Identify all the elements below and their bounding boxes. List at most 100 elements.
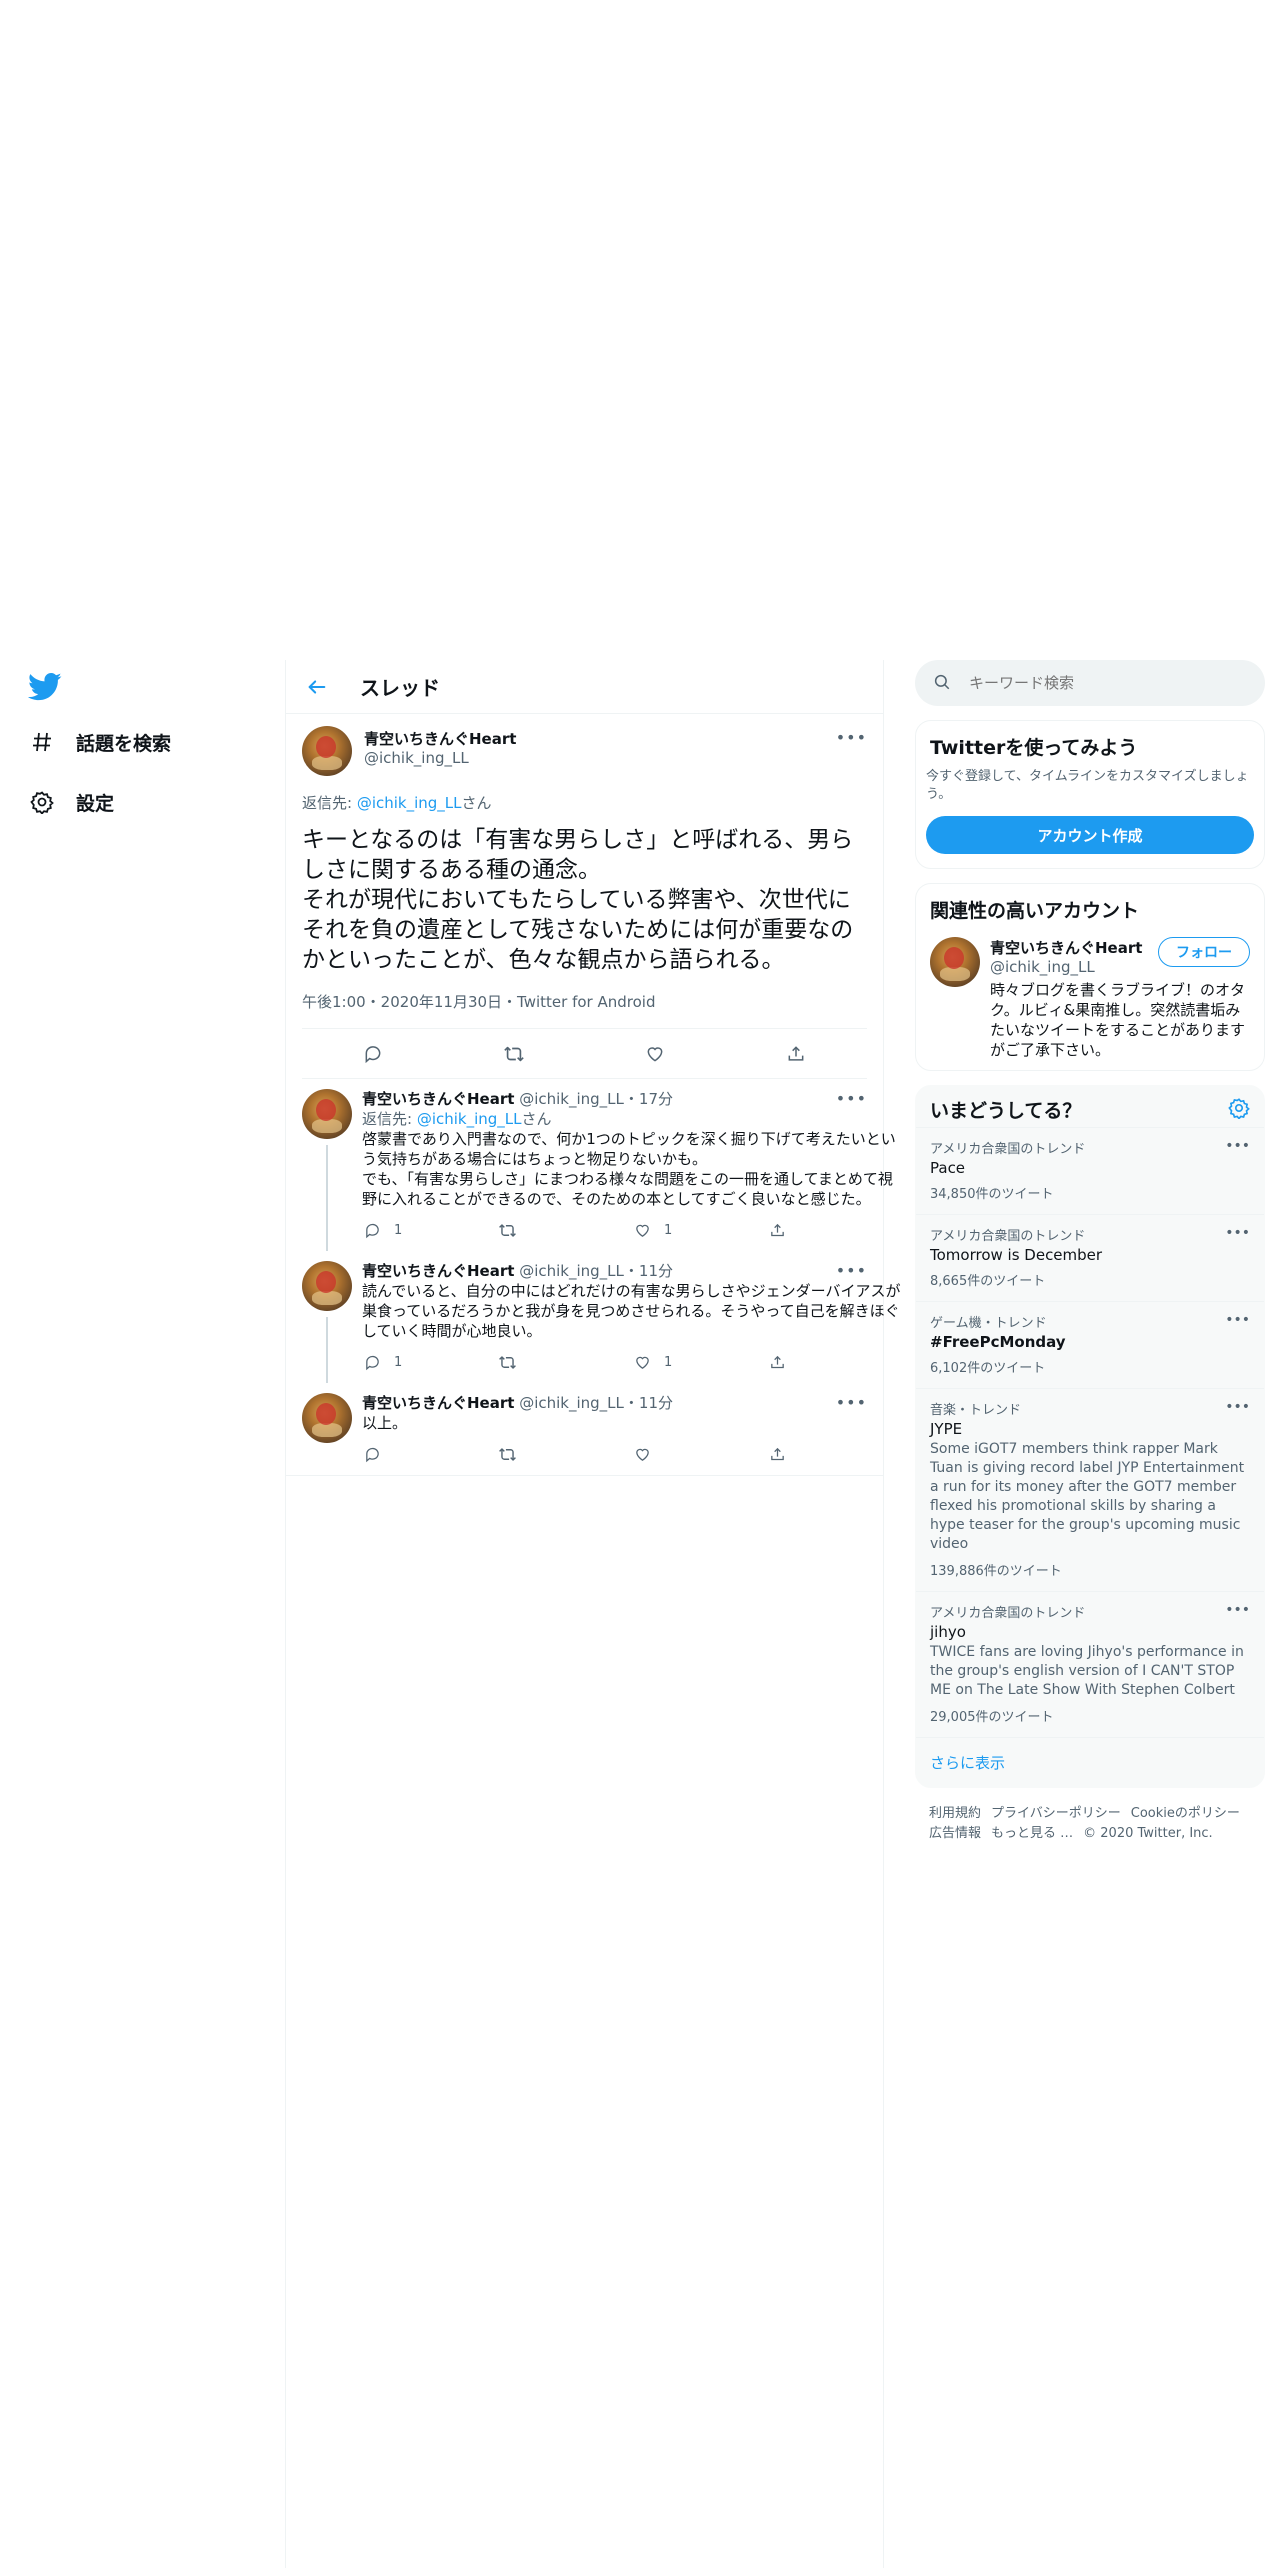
footer-link-privacy[interactable]: プライバシーポリシー [991,1806,1121,1821]
back-arrow-icon[interactable] [302,672,332,702]
reply-icon[interactable] [362,1444,382,1464]
share-icon[interactable] [767,1352,787,1372]
retweet-icon[interactable] [497,1220,517,1240]
tweet-time[interactable]: 11分 [639,1394,673,1412]
avatar[interactable] [302,1089,352,1139]
like-count: 1 [664,1354,673,1370]
author-name[interactable]: 青空いちきんぐHeart [362,1394,514,1412]
more-options-icon[interactable]: ••• [836,1089,867,1108]
trend-item[interactable]: 音楽・トレンド JYPE Some iGOT7 members think ra… [916,1388,1264,1591]
twitter-logo-icon[interactable] [28,672,62,702]
search-box[interactable] [915,660,1265,706]
trend-context: アメリカ合衆国のトレンド [930,1606,1086,1621]
tweet-meta[interactable]: 午後1:00・2020年11月30日・Twitter for Android [302,991,867,1029]
like-count: 1 [664,1222,673,1238]
separator-dot: ・ [623,1394,639,1412]
more-options-icon[interactable]: ••• [1225,1225,1250,1241]
more-options-icon[interactable]: ••• [836,1393,867,1412]
author-handle[interactable]: @ichik_ing_LL [519,1394,624,1412]
share-icon[interactable] [784,1042,808,1066]
author-name[interactable]: 青空いちきんぐHeart [362,1090,514,1108]
reply-tweet[interactable]: 青空いちきんぐHeart @ichik_ing_LL・11分 ••• 以上。 [286,1383,883,1476]
reply-to-link[interactable]: @ichik_ing_LL [417,1110,522,1128]
reply-icon[interactable] [361,1042,385,1066]
more-options-icon[interactable]: ••• [1225,1138,1250,1154]
reply-tweet[interactable]: 青空いちきんぐHeart @ichik_ing_LL・11分 ••• 読んでいる… [286,1251,901,1383]
search-input[interactable] [969,674,1229,692]
page-title: スレッド [360,676,440,700]
tweet-text: 読んでいると、自分の中にはどれだけの有害な男らしさやジェンダーバイアスが巣食って… [362,1282,901,1340]
more-options-icon[interactable]: ••• [1225,1399,1250,1415]
avatar[interactable] [302,726,352,776]
trend-description: TWICE fans are loving Jihyo's performanc… [930,1644,1244,1698]
like-icon[interactable] [632,1444,652,1464]
nav-explore[interactable]: 話題を検索 [28,728,171,756]
thread-line [326,1317,328,1383]
reply-to: 返信先: @ichik_ing_LLさん [362,1109,902,1129]
reply-icon[interactable] [362,1352,382,1372]
reply-count: 1 [394,1354,403,1370]
author-handle[interactable]: @ichik_ing_LL [364,749,516,767]
reply-to-link[interactable]: @ichik_ing_LL [357,794,462,812]
retweet-icon[interactable] [502,1042,526,1066]
author-name[interactable]: 青空いちきんぐHeart [362,1262,514,1280]
tweet-text: 啓蒙書であり入門書なので、何か1つのトピックを深く掘り下げて考えたいという気持ち… [362,1130,896,1208]
author-handle[interactable]: @ichik_ing_LL [519,1262,624,1280]
trend-description: Some iGOT7 members think rapper Mark Tua… [930,1441,1245,1552]
tweet-actions: 1 1 [362,1351,902,1373]
thread-line [326,1145,328,1251]
gear-icon[interactable] [1228,1097,1250,1123]
create-account-button[interactable]: アカウント作成 [926,816,1254,854]
author-name[interactable]: 青空いちきんぐHeart [364,728,516,749]
tweet-text: 以上。 [362,1414,408,1432]
trend-context: 音楽・トレンド [930,1403,1022,1418]
avatar[interactable] [930,937,980,987]
trend-item[interactable]: アメリカ合衆国のトレンド jihyo TWICE fans are loving… [916,1591,1264,1737]
reply-tweet[interactable]: 青空いちきんぐHeart @ichik_ing_LL・17分 ••• 返信先: … [286,1079,896,1251]
more-options-icon[interactable]: ••• [1225,1602,1250,1618]
trend-item[interactable]: アメリカ合衆国のトレンド Tomorrow is December 8,665件… [916,1214,1264,1301]
avatar[interactable] [302,1261,352,1311]
reply-to-prefix: 返信先: [302,794,357,812]
tweet-time[interactable]: 17分 [639,1090,673,1108]
retweet-icon[interactable] [497,1352,517,1372]
reply-count: 1 [394,1222,403,1238]
reply-icon[interactable] [362,1220,382,1240]
share-icon[interactable] [767,1444,787,1464]
separator-dot: ・ [623,1090,639,1108]
related-title: 関連性の高いアカウント [930,900,1140,922]
show-more-link[interactable]: さらに表示 [916,1737,1264,1787]
tweet-time[interactable]: 11分 [639,1262,673,1280]
more-options-icon[interactable]: ••• [1225,1312,1250,1328]
footer: 利用規約 プライバシーポリシー Cookieのポリシー 広告情報 もっと見る … © 2… [915,1788,1265,1860]
follow-button[interactable]: フォロー [1158,937,1250,967]
retweet-icon[interactable] [497,1444,517,1464]
like-icon[interactable] [632,1352,652,1372]
avatar[interactable] [302,1393,352,1443]
more-options-icon[interactable]: ••• [836,728,867,747]
author-handle[interactable]: @ichik_ing_LL [519,1090,624,1108]
trend-item[interactable]: アメリカ合衆国のトレンド Pace 34,850件のツイート ••• [916,1127,1264,1214]
like-icon[interactable] [643,1042,667,1066]
more-options-icon[interactable]: ••• [836,1261,867,1280]
trend-count: 8,665件のツイート [930,1274,1046,1289]
footer-link-cookies[interactable]: Cookieのポリシー [1131,1806,1240,1821]
trend-count: 29,005件のツイート [930,1710,1054,1725]
related-accounts-card: 関連性の高いアカウント 青空いちきんぐHeart @ichik_ing_LL 時… [915,883,1265,1071]
footer-link-ads[interactable]: 広告情報 [929,1826,981,1841]
like-icon[interactable] [632,1220,652,1240]
nav-settings-label: 設定 [76,792,115,815]
trend-context: アメリカ合衆国のトレンド [930,1229,1086,1244]
trend-item[interactable]: ゲーム機・トレンド #FreePcMonday 6,102件のツイート ••• [916,1301,1264,1388]
footer-link-more[interactable]: もっと見る … [991,1826,1073,1841]
trend-name: jihyo [930,1623,966,1641]
trend-name: #FreePcMonday [930,1333,1066,1351]
reply-to: 返信先: @ichik_ing_LLさん [302,792,867,813]
reply-to-suffix: さん [521,1110,552,1128]
trend-name: Pace [930,1159,966,1177]
footer-link-terms[interactable]: 利用規約 [929,1806,981,1821]
nav-settings[interactable]: 設定 [28,788,114,816]
share-icon[interactable] [767,1220,787,1240]
related-account[interactable]: 青空いちきんぐHeart @ichik_ing_LL 時々ブログを書くラブライブ… [916,923,1264,1070]
tweet-actions: 1 1 [362,1219,902,1241]
